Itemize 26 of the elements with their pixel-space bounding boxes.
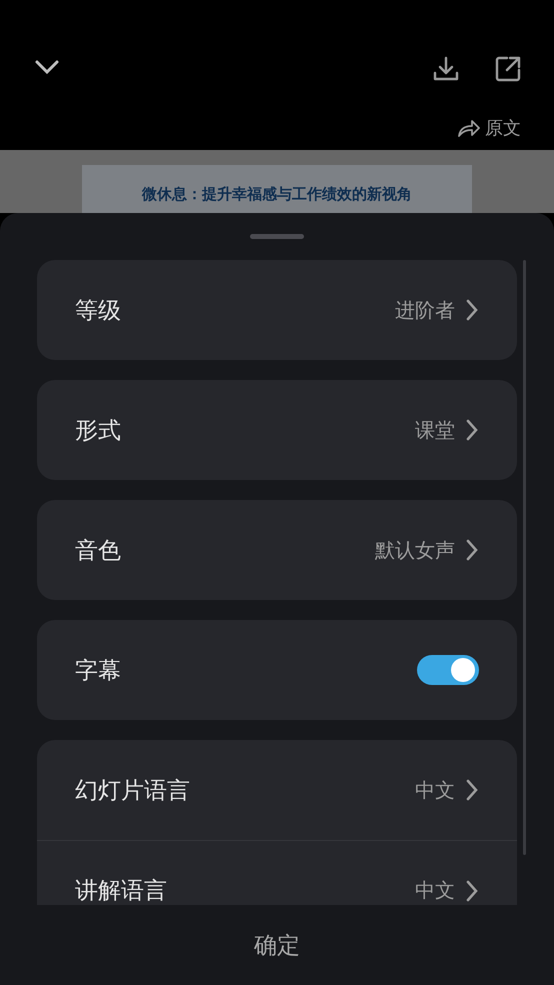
setting-value[interactable]: 进阶者 bbox=[395, 296, 455, 324]
chevron-right-icon bbox=[465, 880, 479, 902]
setting-label: 形式 bbox=[75, 416, 122, 446]
setting-value[interactable]: 中文 bbox=[415, 877, 455, 904]
setting-label: 幻灯片语言 bbox=[75, 776, 191, 806]
toggle-switch[interactable] bbox=[417, 655, 479, 685]
setting-label: 等级 bbox=[75, 296, 122, 326]
chevron-right-icon bbox=[465, 539, 479, 561]
chevron-right-icon bbox=[465, 419, 479, 441]
source-link[interactable]: 原文 bbox=[457, 116, 521, 140]
chevron-right-icon bbox=[465, 779, 479, 801]
confirm-button[interactable]: 确定 bbox=[244, 926, 310, 964]
setting-value[interactable]: 默认女声 bbox=[375, 536, 455, 564]
setting-label: 讲解语言 bbox=[75, 877, 168, 905]
setting-label: 音色 bbox=[75, 536, 122, 566]
setting-value[interactable]: 中文 bbox=[415, 776, 455, 804]
chevron-right-icon bbox=[465, 299, 479, 321]
share-arrow-icon bbox=[457, 118, 481, 138]
setting-label: 字幕 bbox=[75, 656, 122, 686]
download-icon[interactable] bbox=[432, 55, 460, 83]
chevron-down-icon[interactable] bbox=[34, 58, 60, 76]
document-title: 微休息：提升幸福感与工作绩效的新视角 bbox=[140, 185, 413, 204]
setting-value[interactable]: 课堂 bbox=[415, 416, 455, 444]
scrollbar[interactable] bbox=[523, 260, 526, 855]
external-link-icon[interactable] bbox=[494, 55, 522, 83]
drag-handle[interactable] bbox=[250, 234, 304, 239]
